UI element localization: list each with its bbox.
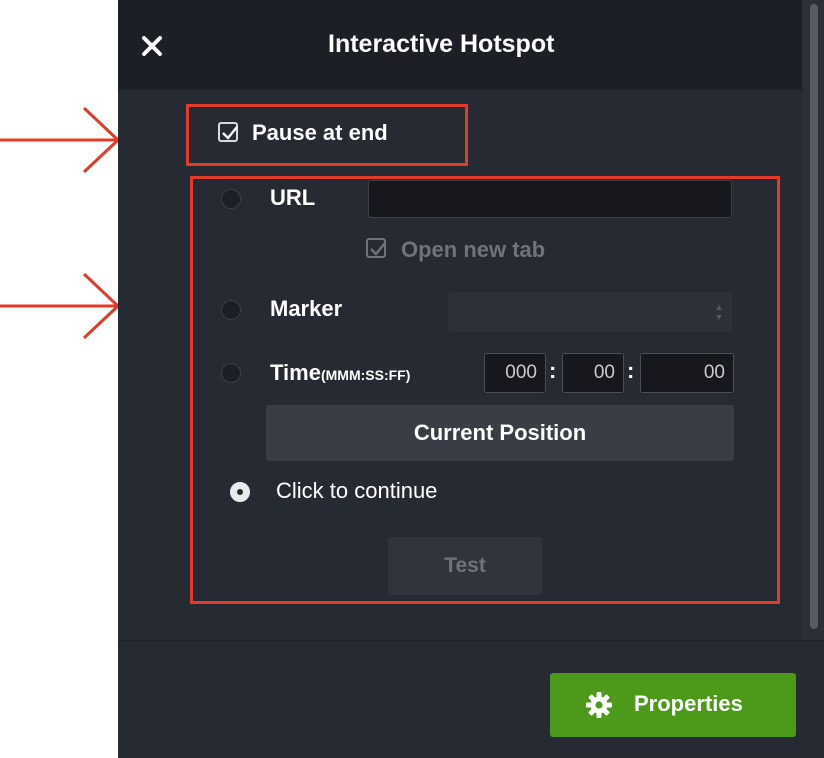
- time-radio[interactable]: [221, 363, 241, 383]
- annotation-arrow-pause: [0, 106, 121, 174]
- properties-button[interactable]: Properties: [550, 673, 796, 737]
- time-label-text: Time: [270, 360, 321, 385]
- test-button[interactable]: Test: [388, 537, 542, 595]
- panel-titlebar: Interactive Hotspot: [118, 0, 802, 90]
- current-position-button[interactable]: Current Position: [266, 405, 734, 461]
- marker-radio[interactable]: [221, 300, 241, 320]
- time-minutes-field[interactable]: 000: [484, 353, 546, 393]
- url-input[interactable]: [368, 180, 732, 218]
- pause-at-end-checkbox[interactable]: [218, 122, 238, 142]
- time-seconds-field[interactable]: 00: [562, 353, 624, 393]
- open-new-tab-label: Open new tab: [401, 237, 546, 262]
- click-to-continue-label: Click to continue: [276, 478, 438, 503]
- time-frames-field[interactable]: 00: [640, 353, 734, 393]
- url-radio[interactable]: [221, 189, 241, 209]
- scrollbar[interactable]: [802, 0, 824, 640]
- time-format-hint: (MMM:SS:FF): [320, 367, 411, 383]
- panel-title: Interactive Hotspot: [328, 30, 555, 58]
- annotation-arrow-options: [0, 272, 121, 340]
- open-new-tab-checkbox[interactable]: [366, 238, 386, 258]
- chevron-updown-icon: ▲ ▼: [714, 302, 724, 322]
- properties-label: Properties: [634, 691, 743, 716]
- checkmark-icon: [370, 242, 386, 256]
- url-label: URL: [270, 185, 316, 210]
- time-label: Time(MMM:SS:FF): [270, 360, 410, 386]
- gear-icon: [586, 692, 612, 718]
- pause-at-end-label: Pause at end: [252, 120, 388, 145]
- close-icon[interactable]: [140, 34, 164, 58]
- time-separator: :: [549, 358, 557, 383]
- time-separator: :: [627, 358, 635, 383]
- scrollbar-thumb[interactable]: [810, 4, 818, 629]
- marker-label: Marker: [270, 296, 343, 321]
- checkmark-icon: [222, 126, 238, 140]
- click-to-continue-radio[interactable]: [230, 482, 250, 502]
- marker-select[interactable]: ▲ ▼: [448, 292, 732, 332]
